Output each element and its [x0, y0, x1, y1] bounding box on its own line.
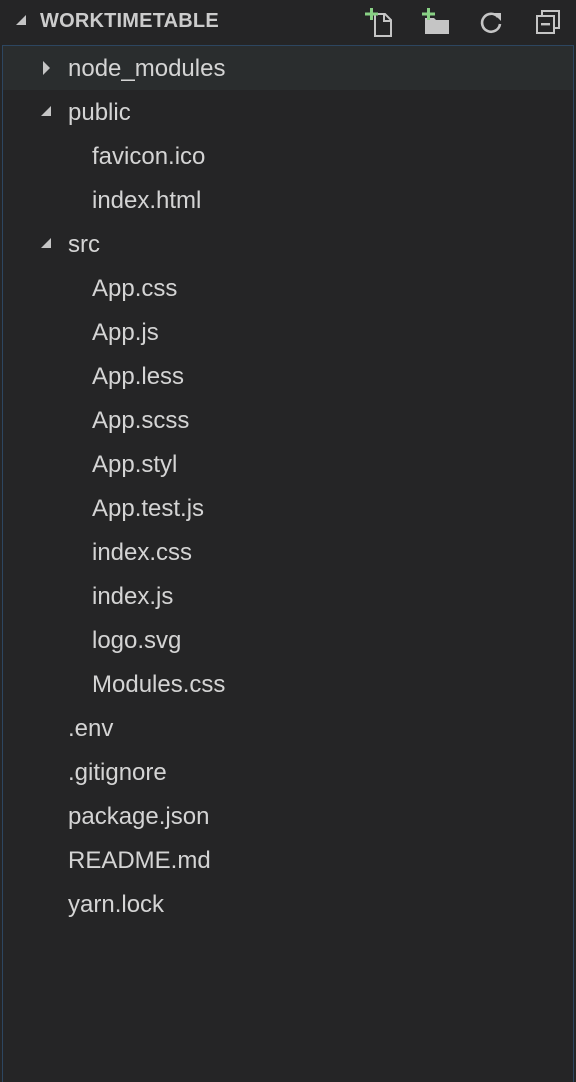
explorer-panel: WORKTIMETABLE node_modules public favico…: [0, 0, 576, 1082]
tree-item-label: logo.svg: [92, 627, 182, 654]
collapse-all-button[interactable]: [533, 7, 563, 37]
tree-folder-src[interactable]: src: [3, 222, 573, 266]
tree-item-label: src: [68, 231, 100, 258]
new-file-button[interactable]: [364, 7, 394, 37]
chevron-down-icon[interactable]: [41, 238, 51, 248]
tree-file-yarn-lock[interactable]: yarn.lock: [3, 882, 573, 926]
new-folder-button[interactable]: [421, 7, 451, 37]
new-folder-icon: [422, 8, 449, 34]
file-tree: node_modules public favicon.ico index.ht…: [2, 45, 574, 1082]
tree-file-app-styl[interactable]: App.styl: [3, 442, 573, 486]
explorer-header[interactable]: WORKTIMETABLE: [0, 0, 576, 44]
new-file-icon: [365, 8, 392, 37]
refresh-button[interactable]: [476, 7, 506, 37]
tree-item-label: App.css: [92, 275, 178, 302]
tree-file-index-css[interactable]: index.css: [3, 530, 573, 574]
tree-item-label: index.html: [92, 187, 202, 214]
tree-item-label: App.scss: [92, 407, 190, 434]
tree-item-label: index.js: [92, 583, 174, 610]
tree-item-label: App.less: [92, 363, 185, 390]
tree-folder-public[interactable]: public: [3, 90, 573, 134]
tree-item-label: Modules.css: [92, 671, 226, 698]
tree-file-gitignore[interactable]: .gitignore: [3, 750, 573, 794]
tree-item-label: App.js: [92, 319, 159, 346]
tree-item-label: .gitignore: [68, 759, 167, 786]
explorer-title: WORKTIMETABLE: [40, 10, 219, 32]
tree-item-label: favicon.ico: [92, 143, 206, 170]
tree-folder-node-modules[interactable]: node_modules: [3, 46, 573, 90]
tree-item-label: App.styl: [92, 451, 178, 478]
tree-file-index-html[interactable]: index.html: [3, 178, 573, 222]
tree-file-app-scss[interactable]: App.scss: [3, 398, 573, 442]
tree-item-label: yarn.lock: [68, 891, 165, 918]
tree-file-app-test-js[interactable]: App.test.js: [3, 486, 573, 530]
tree-item-label: node_modules: [68, 55, 226, 82]
tree-file-env[interactable]: .env: [3, 706, 573, 750]
tree-item-label: .env: [68, 715, 114, 742]
tree-file-favicon[interactable]: favicon.ico: [3, 134, 573, 178]
tree-file-index-js[interactable]: index.js: [3, 574, 573, 618]
chevron-down-icon[interactable]: [41, 106, 51, 116]
tree-file-package-json[interactable]: package.json: [3, 794, 573, 838]
tree-file-app-less[interactable]: App.less: [3, 354, 573, 398]
tree-item-label: index.css: [92, 539, 193, 566]
tree-file-app-js[interactable]: App.js: [3, 310, 573, 354]
tree-file-app-css[interactable]: App.css: [3, 266, 573, 310]
collapse-all-icon: [536, 10, 560, 34]
tree-item-label: public: [68, 99, 131, 126]
tree-item-label: App.test.js: [92, 495, 205, 522]
tree-file-logo-svg[interactable]: logo.svg: [3, 618, 573, 662]
section-collapse-icon[interactable]: [16, 15, 26, 25]
chevron-right-icon[interactable]: [43, 61, 50, 75]
tree-file-readme[interactable]: README.md: [3, 838, 573, 882]
tree-item-label: README.md: [68, 847, 211, 874]
tree-file-modules-css[interactable]: Modules.css: [3, 662, 573, 706]
refresh-icon: [480, 12, 502, 34]
tree-item-label: package.json: [68, 803, 210, 830]
